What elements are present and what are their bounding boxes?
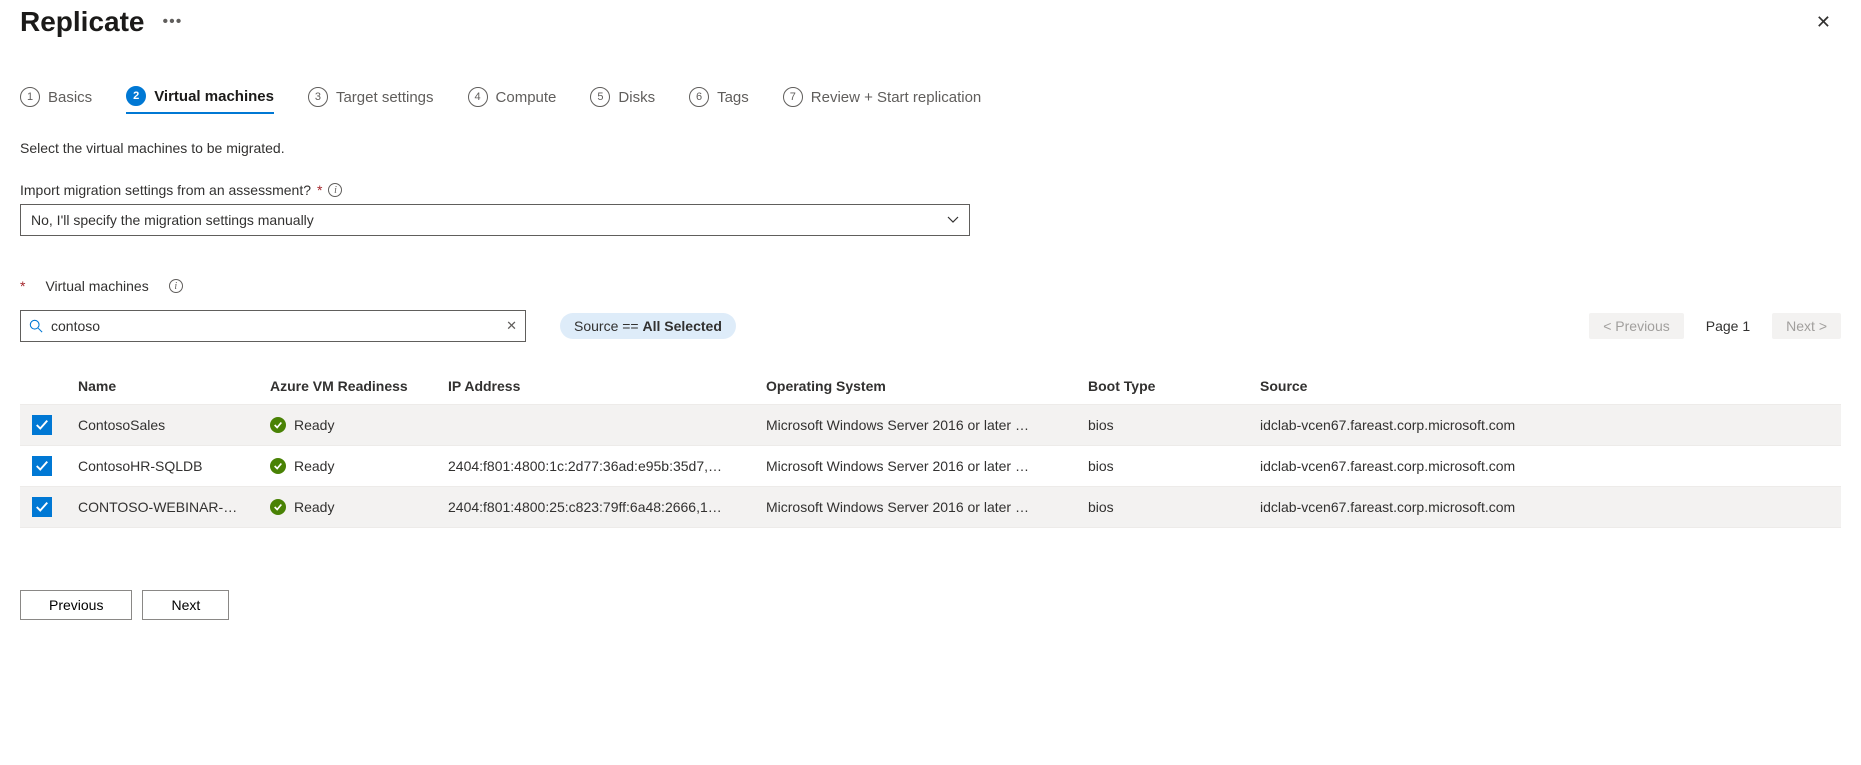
step-label: Tags — [717, 89, 749, 106]
table-row: CONTOSO-WEBINAR-… Ready 2404:f801:4800:2… — [20, 487, 1841, 528]
filter-prefix: Source == — [574, 318, 643, 334]
col-header-os[interactable]: Operating System — [754, 368, 1076, 405]
readiness-text: Ready — [294, 499, 334, 515]
step-tags[interactable]: 6 Tags — [689, 86, 749, 114]
cell-os: Microsoft Windows Server 2016 or later … — [754, 446, 1076, 487]
previous-button[interactable]: Previous — [20, 590, 132, 620]
col-header-name[interactable]: Name — [66, 368, 258, 405]
step-label: Disks — [618, 89, 655, 106]
step-virtual-machines[interactable]: 2 Virtual machines — [126, 86, 274, 114]
page-indicator: Page 1 — [1706, 318, 1750, 334]
readiness-text: Ready — [294, 417, 334, 433]
success-icon — [270, 499, 286, 515]
step-label: Review + Start replication — [811, 89, 982, 106]
intro-text: Select the virtual machines to be migrat… — [20, 140, 1841, 156]
import-settings-dropdown[interactable]: No, I'll specify the migration settings … — [20, 204, 970, 236]
col-header-readiness[interactable]: Azure VM Readiness — [258, 368, 436, 405]
row-checkbox[interactable] — [32, 415, 52, 435]
import-settings-value: No, I'll specify the migration settings … — [31, 212, 314, 228]
success-icon — [270, 458, 286, 474]
search-box[interactable]: ✕ — [20, 310, 526, 342]
cell-os: Microsoft Windows Server 2016 or later … — [754, 405, 1076, 446]
pager-previous-button[interactable]: < Previous — [1589, 313, 1684, 339]
cell-ip: 2404:f801:4800:1c:2d77:36ad:e95b:35d7,… — [436, 446, 754, 487]
cell-boot: bios — [1076, 487, 1248, 528]
row-checkbox[interactable] — [32, 456, 52, 476]
readiness-status: Ready — [270, 458, 334, 474]
step-number-badge: 5 — [590, 87, 610, 107]
vm-table: Name Azure VM Readiness IP Address Opera… — [20, 368, 1841, 528]
col-header-ip[interactable]: IP Address — [436, 368, 754, 405]
readiness-status: Ready — [270, 417, 334, 433]
row-checkbox[interactable] — [32, 497, 52, 517]
filter-row: ✕ Source == All Selected < Previous Page… — [20, 310, 1841, 342]
step-label: Basics — [48, 89, 92, 106]
cell-name: ContosoHR-SQLDB — [66, 446, 258, 487]
step-disks[interactable]: 5 Disks — [590, 86, 655, 114]
cell-source: idclab-vcen67.fareast.corp.microsoft.com — [1248, 405, 1841, 446]
table-header-row: Name Azure VM Readiness IP Address Opera… — [20, 368, 1841, 405]
step-label: Target settings — [336, 89, 434, 106]
col-header-boot[interactable]: Boot Type — [1076, 368, 1248, 405]
more-icon[interactable]: ••• — [163, 13, 183, 31]
clear-search-icon[interactable]: ✕ — [506, 318, 517, 334]
header-row: Replicate ••• ✕ — [20, 6, 1841, 38]
source-filter-pill[interactable]: Source == All Selected — [560, 313, 736, 339]
pager: < Previous Page 1 Next > — [1589, 313, 1841, 339]
step-number-badge: 2 — [126, 86, 146, 106]
import-settings-label-text: Import migration settings from an assess… — [20, 182, 311, 198]
required-icon: * — [317, 182, 322, 198]
filter-value: All Selected — [643, 318, 722, 334]
info-icon[interactable]: i — [328, 183, 342, 197]
readiness-status: Ready — [270, 499, 334, 515]
step-number-badge: 3 — [308, 87, 328, 107]
cell-ip: 2404:f801:4800:25:c823:79ff:6a48:2666,1… — [436, 487, 754, 528]
step-number-badge: 6 — [689, 87, 709, 107]
pager-next-button[interactable]: Next > — [1772, 313, 1841, 339]
step-label: Compute — [496, 89, 557, 106]
cell-boot: bios — [1076, 405, 1248, 446]
wizard-steps: 1 Basics 2 Virtual machines 3 Target set… — [20, 86, 1841, 114]
cell-ip — [436, 405, 754, 446]
search-input[interactable] — [49, 317, 500, 335]
step-target-settings[interactable]: 3 Target settings — [308, 86, 434, 114]
step-label: Virtual machines — [154, 88, 274, 105]
readiness-text: Ready — [294, 458, 334, 474]
step-basics[interactable]: 1 Basics — [20, 86, 92, 114]
step-review-start[interactable]: 7 Review + Start replication — [783, 86, 982, 114]
cell-name: ContosoSales — [66, 405, 258, 446]
cell-boot: bios — [1076, 446, 1248, 487]
step-number-badge: 4 — [468, 87, 488, 107]
required-icon: * — [20, 278, 25, 294]
page-title: Replicate — [20, 6, 145, 38]
vm-section-label-text: Virtual machines — [45, 278, 148, 294]
step-number-badge: 7 — [783, 87, 803, 107]
close-icon[interactable]: ✕ — [1806, 8, 1841, 37]
next-button[interactable]: Next — [142, 590, 229, 620]
cell-source: idclab-vcen67.fareast.corp.microsoft.com — [1248, 446, 1841, 487]
import-settings-label: Import migration settings from an assess… — [20, 182, 1841, 198]
vm-section-label: * Virtual machines i — [20, 278, 1841, 294]
step-compute[interactable]: 4 Compute — [468, 86, 557, 114]
search-icon — [29, 319, 43, 333]
success-icon — [270, 417, 286, 433]
cell-os: Microsoft Windows Server 2016 or later … — [754, 487, 1076, 528]
cell-name: CONTOSO-WEBINAR-… — [66, 487, 258, 528]
table-row: ContosoHR-SQLDB Ready 2404:f801:4800:1c:… — [20, 446, 1841, 487]
chevron-down-icon — [947, 214, 959, 226]
info-icon[interactable]: i — [169, 279, 183, 293]
table-row: ContosoSales Ready Microsoft Windows Ser… — [20, 405, 1841, 446]
step-number-badge: 1 — [20, 87, 40, 107]
footer-buttons: Previous Next — [20, 590, 1841, 620]
cell-source: idclab-vcen67.fareast.corp.microsoft.com — [1248, 487, 1841, 528]
col-header-source[interactable]: Source — [1248, 368, 1841, 405]
